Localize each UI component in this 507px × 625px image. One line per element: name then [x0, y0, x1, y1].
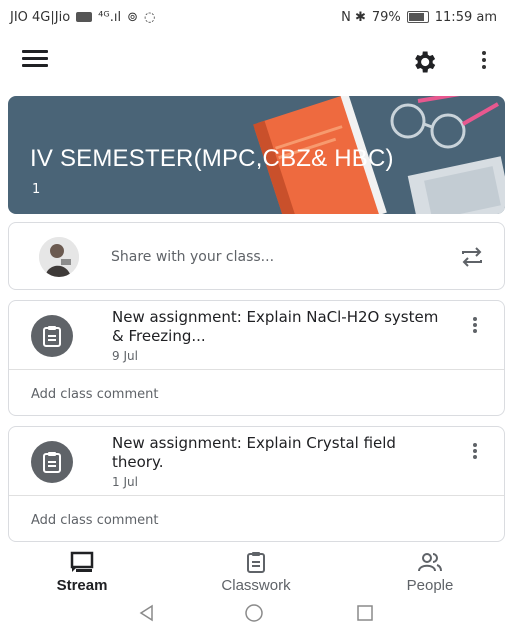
volte-icon	[76, 12, 93, 22]
tab-stream-label: Stream	[56, 577, 108, 594]
post-date: 9 Jul	[112, 349, 138, 363]
class-section: 1	[32, 182, 41, 197]
menu-icon[interactable]	[22, 50, 48, 70]
post-title[interactable]: New assignment: Explain Crystal field th…	[112, 434, 442, 472]
status-right: N ✱ 79% 11:59 am	[341, 10, 497, 25]
carrier-text: JIO 4G|Jio	[10, 9, 71, 25]
status-left: JIO 4G|Jio ⁴ᴳ.ıl ⊚ ◌	[10, 10, 155, 25]
back-icon[interactable]	[138, 604, 156, 622]
card-divider	[9, 495, 504, 496]
people-icon	[418, 553, 442, 572]
avatar	[39, 237, 79, 277]
post-title[interactable]: New assignment: Explain NaCl-H2O system …	[112, 308, 442, 346]
stream-post[interactable]: New assignment: Explain Crystal field th…	[8, 426, 505, 542]
assignment-icon	[31, 441, 73, 483]
class-banner[interactable]: IV SEMESTER(MPC,CBZ& HBC) 1	[8, 96, 505, 214]
tab-people[interactable]: People	[370, 545, 490, 600]
class-title: IV SEMESTER(MPC,CBZ& HBC)	[30, 145, 394, 172]
system-nav	[0, 600, 507, 625]
hotspot-icon: ⊚	[127, 9, 138, 25]
stream-icon	[70, 551, 94, 572]
share-input[interactable]: Share with your class...	[111, 249, 274, 265]
gear-icon[interactable]	[410, 48, 438, 76]
share-card[interactable]: Share with your class...	[8, 222, 505, 290]
tab-stream[interactable]: Stream	[22, 545, 142, 600]
battery-percent: 79%	[371, 9, 401, 25]
status-bar: JIO 4G|Jio ⁴ᴳ.ıl ⊚ ◌ N ✱ 79% 11:59 am	[0, 0, 507, 34]
whatsapp-icon: ◌	[144, 9, 156, 25]
clock: 11:59 am	[434, 9, 497, 25]
repost-icon[interactable]	[459, 245, 485, 269]
add-comment-button[interactable]: Add class comment	[31, 387, 158, 402]
post-more-icon[interactable]	[467, 441, 483, 465]
more-vert-icon[interactable]	[474, 48, 494, 76]
signal-icon: ⁴ᴳ.ıl	[98, 9, 122, 25]
card-divider	[9, 369, 504, 370]
classwork-icon	[247, 552, 265, 573]
tab-people-label: People	[406, 577, 454, 594]
recent-apps-icon[interactable]	[356, 604, 374, 622]
post-more-icon[interactable]	[467, 315, 483, 339]
nfc-bluetooth-icon: N ✱	[341, 9, 366, 25]
tab-classwork[interactable]: Classwork	[196, 545, 316, 600]
post-date: 1 Jul	[112, 475, 138, 489]
bottom-nav: Stream Classwork People	[0, 545, 507, 600]
home-icon[interactable]	[244, 604, 264, 622]
tab-classwork-label: Classwork	[221, 577, 291, 594]
battery-icon	[406, 11, 429, 23]
app-bar	[0, 36, 507, 86]
assignment-icon	[31, 315, 73, 357]
add-comment-button[interactable]: Add class comment	[31, 513, 158, 528]
stream-post[interactable]: New assignment: Explain NaCl-H2O system …	[8, 300, 505, 416]
